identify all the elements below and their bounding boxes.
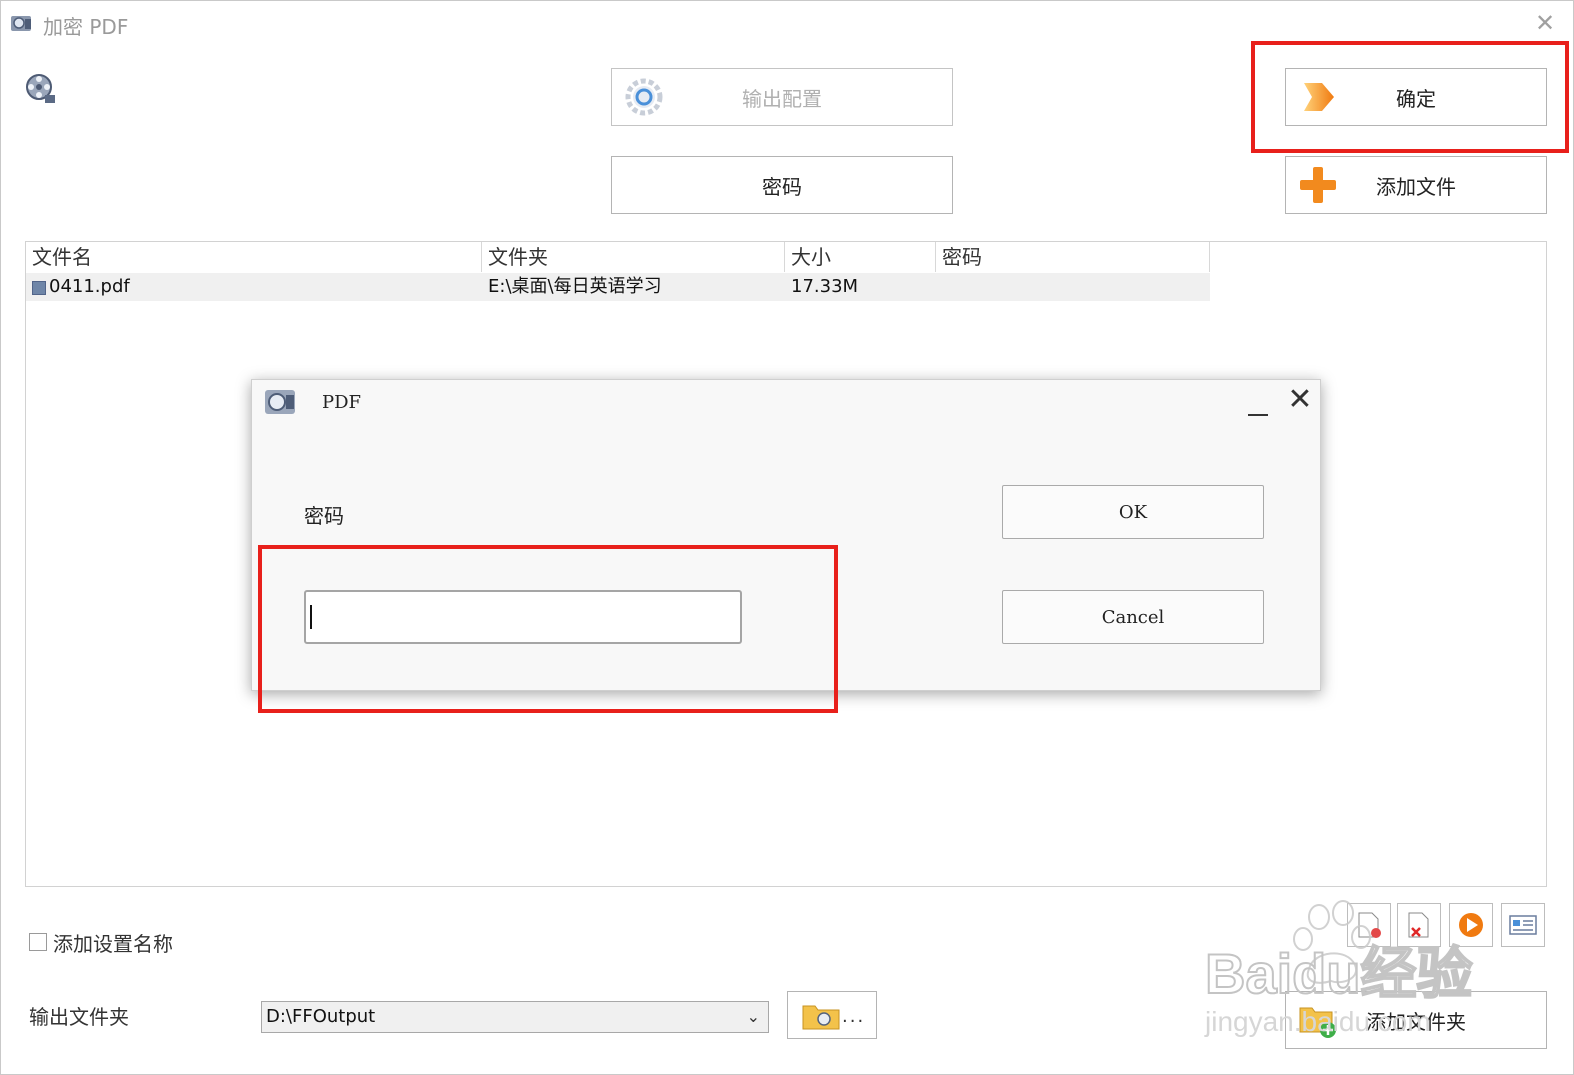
app-title-icon [11, 16, 31, 31]
password-button[interactable]: 密码 [611, 156, 953, 214]
table-row[interactable]: 0411.pdf E:\桌面\每日英语学习 17.33M [26, 273, 1210, 301]
row-folder: E:\桌面\每日英语学习 [488, 276, 662, 297]
chevron-down-icon: ⌄ [746, 1007, 760, 1026]
column-header-folder[interactable]: 文件夹 [482, 242, 785, 272]
remove-icon [1358, 912, 1381, 938]
film-reel-icon [26, 74, 55, 103]
password-input[interactable] [304, 590, 742, 644]
gear-icon [625, 78, 663, 116]
ok-button[interactable]: OK [1002, 485, 1264, 539]
pdf-file-icon [32, 281, 46, 295]
column-header-filename[interactable]: 文件名 [26, 242, 482, 272]
play-button[interactable] [1449, 903, 1493, 947]
browse-label: ... [842, 1006, 866, 1027]
cancel-button[interactable]: Cancel [1002, 590, 1264, 644]
add-setting-name-checkbox[interactable] [29, 933, 47, 951]
output-folder-value: D:\FFOutput [266, 1006, 376, 1027]
delete-file-button[interactable] [1397, 903, 1441, 947]
browse-folder-button[interactable]: ... [787, 991, 877, 1039]
add-folder-button[interactable]: 添加文件夹 [1285, 991, 1547, 1049]
window-title: 加密 PDF [43, 15, 129, 39]
dialog-minimize-button[interactable] [1248, 396, 1268, 416]
arrow-right-icon [1304, 83, 1334, 111]
add-file-button[interactable]: 添加文件 [1285, 156, 1547, 214]
password-button-label: 密码 [762, 174, 802, 199]
play-icon [1459, 913, 1483, 937]
dialog-app-icon [265, 390, 295, 414]
output-config-button[interactable]: 输出配置 [611, 68, 953, 126]
file-list-header: 文件名 文件夹 大小 密码 [26, 242, 1210, 272]
row-size: 17.33M [791, 276, 859, 297]
column-header-size[interactable]: 大小 [785, 242, 936, 272]
row-filename: 0411.pdf [49, 276, 130, 297]
confirm-button[interactable]: 确定 [1285, 68, 1547, 126]
plus-icon [1300, 167, 1336, 203]
dialog-title: PDF [322, 392, 362, 413]
output-folder-label: 输出文件夹 [29, 1005, 129, 1029]
password-dialog: PDF ✕ 密码 OK Cancel [251, 379, 1321, 691]
main-window: 加密 PDF ✕ 输出配置 密码 确定 添加文件 文件名 文件夹 大小 密码 0… [0, 0, 1574, 1075]
file-info-button[interactable] [1501, 903, 1545, 947]
remove-file-button[interactable] [1347, 903, 1391, 947]
add-folder-icon [1299, 1007, 1336, 1038]
folder-icon [802, 1005, 840, 1030]
text-caret [310, 605, 312, 629]
add-setting-name-option[interactable]: 添加设置名称 [29, 929, 173, 956]
dialog-close-button[interactable]: ✕ [1286, 385, 1314, 415]
password-field-label: 密码 [304, 504, 344, 528]
add-setting-name-label: 添加设置名称 [53, 931, 173, 956]
window-close-button[interactable]: ✕ [1531, 9, 1559, 37]
column-header-password[interactable]: 密码 [936, 242, 1210, 272]
delete-icon [1408, 912, 1429, 938]
output-folder-select[interactable]: D:\FFOutput ⌄ [261, 1001, 769, 1033]
info-icon [1509, 915, 1537, 935]
